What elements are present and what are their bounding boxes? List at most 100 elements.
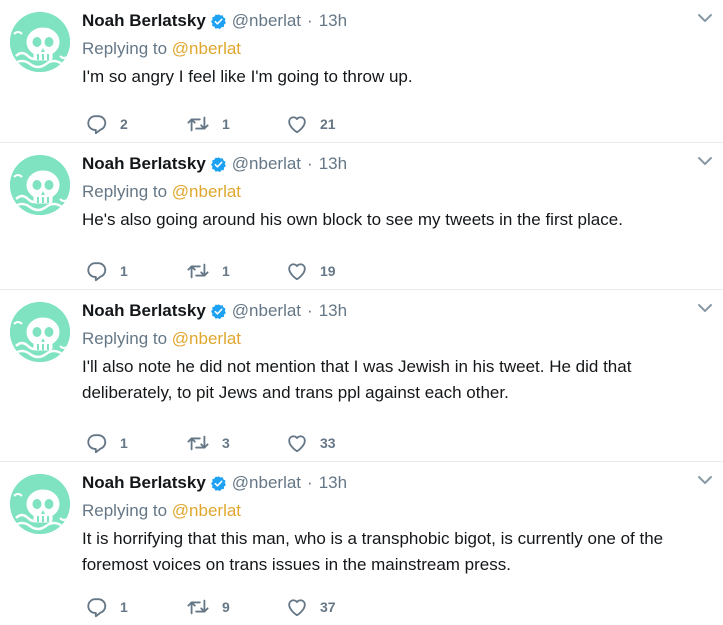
avatar[interactable] — [10, 155, 70, 215]
separator-dot: · — [307, 11, 313, 30]
retweet-icon — [187, 435, 209, 451]
like-button[interactable]: 21 — [286, 113, 386, 135]
reply-count: 2 — [120, 116, 128, 132]
tweet-text: I'll also note he did not mention that I… — [82, 357, 632, 402]
like-count: 33 — [320, 435, 336, 451]
author-name[interactable]: Noah Berlatsky — [82, 153, 206, 175]
heart-icon — [288, 116, 306, 134]
skull-avatar-icon — [10, 474, 70, 534]
separator-dot: · — [307, 473, 313, 492]
tweet-text: It is horrifying that this man, who is a… — [82, 529, 664, 574]
reply-button[interactable]: 2 — [86, 113, 186, 135]
replying-prefix: Replying to — [82, 501, 168, 520]
separator-dot: · — [307, 301, 313, 320]
tweet-4[interactable]: Noah Berlatsky @nberlat · 13h Replying t… — [0, 462, 723, 625]
retweet-count: 3 — [222, 435, 230, 451]
author-name[interactable]: Noah Berlatsky — [82, 300, 206, 322]
more-options-button[interactable] — [697, 155, 713, 167]
retweet-icon — [187, 599, 209, 615]
tweet-thread: Noah Berlatsky @nberlat · 13h Replying t… — [0, 0, 723, 625]
replying-to-mention[interactable]: @nberlat — [172, 39, 241, 58]
replying-to: Replying to @nberlat — [82, 181, 713, 203]
retweet-button[interactable]: 1 — [186, 113, 286, 135]
like-button[interactable]: 19 — [286, 260, 386, 282]
retweet-icon — [187, 116, 209, 132]
more-options-button[interactable] — [697, 302, 713, 314]
chevron-down-icon — [698, 476, 712, 484]
replying-to-mention[interactable]: @nberlat — [172, 501, 241, 520]
replying-prefix: Replying to — [82, 329, 168, 348]
author-name[interactable]: Noah Berlatsky — [82, 472, 206, 494]
tweet-header: Noah Berlatsky @nberlat · 13h — [82, 300, 713, 322]
heart-icon — [288, 263, 306, 281]
like-count: 19 — [320, 263, 336, 279]
like-button[interactable]: 37 — [286, 596, 386, 618]
retweet-button[interactable]: 9 — [186, 596, 286, 618]
skull-avatar-icon — [10, 155, 70, 215]
chevron-down-icon — [698, 14, 712, 22]
tweet-2[interactable]: Noah Berlatsky @nberlat · 13h Replying t… — [0, 143, 723, 290]
tweet-header: Noah Berlatsky @nberlat · 13h — [82, 10, 713, 32]
tweet-actions: 2 1 21 — [86, 112, 386, 136]
tweet-3[interactable]: Noah Berlatsky @nberlat · 13h Replying t… — [0, 290, 723, 462]
replying-to: Replying to @nberlat — [82, 328, 713, 350]
verified-badge-icon — [210, 475, 227, 492]
avatar[interactable] — [10, 474, 70, 534]
timestamp[interactable]: 13h — [319, 472, 347, 494]
replying-prefix: Replying to — [82, 39, 168, 58]
timestamp[interactable]: 13h — [319, 10, 347, 32]
replying-to-mention[interactable]: @nberlat — [172, 329, 241, 348]
timestamp[interactable]: 13h — [319, 153, 347, 175]
like-count: 37 — [320, 599, 336, 615]
retweet-button[interactable]: 3 — [186, 432, 286, 454]
skull-avatar-icon — [10, 302, 70, 362]
replying-to: Replying to @nberlat — [82, 38, 713, 60]
author-name[interactable]: Noah Berlatsky — [82, 10, 206, 32]
timestamp[interactable]: 13h — [319, 300, 347, 322]
chevron-down-icon — [698, 157, 712, 165]
retweet-count: 1 — [222, 116, 230, 132]
reply-count: 1 — [120, 599, 128, 615]
reply-icon — [87, 115, 107, 135]
replying-to: Replying to @nberlat — [82, 500, 713, 522]
avatar[interactable] — [10, 302, 70, 362]
like-button[interactable]: 33 — [286, 432, 386, 454]
tweet-actions: 1 9 37 — [86, 595, 386, 619]
reply-icon — [87, 598, 107, 618]
retweet-icon — [187, 263, 209, 279]
avatar[interactable] — [10, 12, 70, 72]
tweet-1[interactable]: Noah Berlatsky @nberlat · 13h Replying t… — [0, 0, 723, 143]
reply-icon — [87, 262, 107, 282]
heart-icon — [288, 435, 306, 453]
like-count: 21 — [320, 116, 336, 132]
author-handle[interactable]: @nberlat — [232, 472, 301, 494]
skull-avatar-icon — [10, 12, 70, 72]
author-handle[interactable]: @nberlat — [232, 10, 301, 32]
reply-button[interactable]: 1 — [86, 596, 186, 618]
retweet-count: 9 — [222, 599, 230, 615]
verified-badge-icon — [210, 13, 227, 30]
heart-icon — [288, 599, 306, 617]
tweet-actions: 1 3 33 — [86, 431, 386, 455]
author-handle[interactable]: @nberlat — [232, 153, 301, 175]
tweet-text: I'm so angry I feel like I'm going to th… — [82, 67, 413, 86]
retweet-button[interactable]: 1 — [186, 260, 286, 282]
verified-badge-icon — [210, 303, 227, 320]
more-options-button[interactable] — [697, 474, 713, 486]
retweet-count: 1 — [222, 263, 230, 279]
replying-to-mention[interactable]: @nberlat — [172, 182, 241, 201]
reply-icon — [87, 434, 107, 454]
tweet-text: He's also going around his own block to … — [82, 210, 623, 229]
reply-count: 1 — [120, 263, 128, 279]
more-options-button[interactable] — [697, 12, 713, 24]
reply-button[interactable]: 1 — [86, 432, 186, 454]
reply-count: 1 — [120, 435, 128, 451]
chevron-down-icon — [698, 304, 712, 312]
tweet-header: Noah Berlatsky @nberlat · 13h — [82, 153, 713, 175]
tweet-actions: 1 1 19 — [86, 259, 386, 283]
replying-prefix: Replying to — [82, 182, 168, 201]
reply-button[interactable]: 1 — [86, 260, 186, 282]
author-handle[interactable]: @nberlat — [232, 300, 301, 322]
verified-badge-icon — [210, 156, 227, 173]
separator-dot: · — [307, 154, 313, 173]
